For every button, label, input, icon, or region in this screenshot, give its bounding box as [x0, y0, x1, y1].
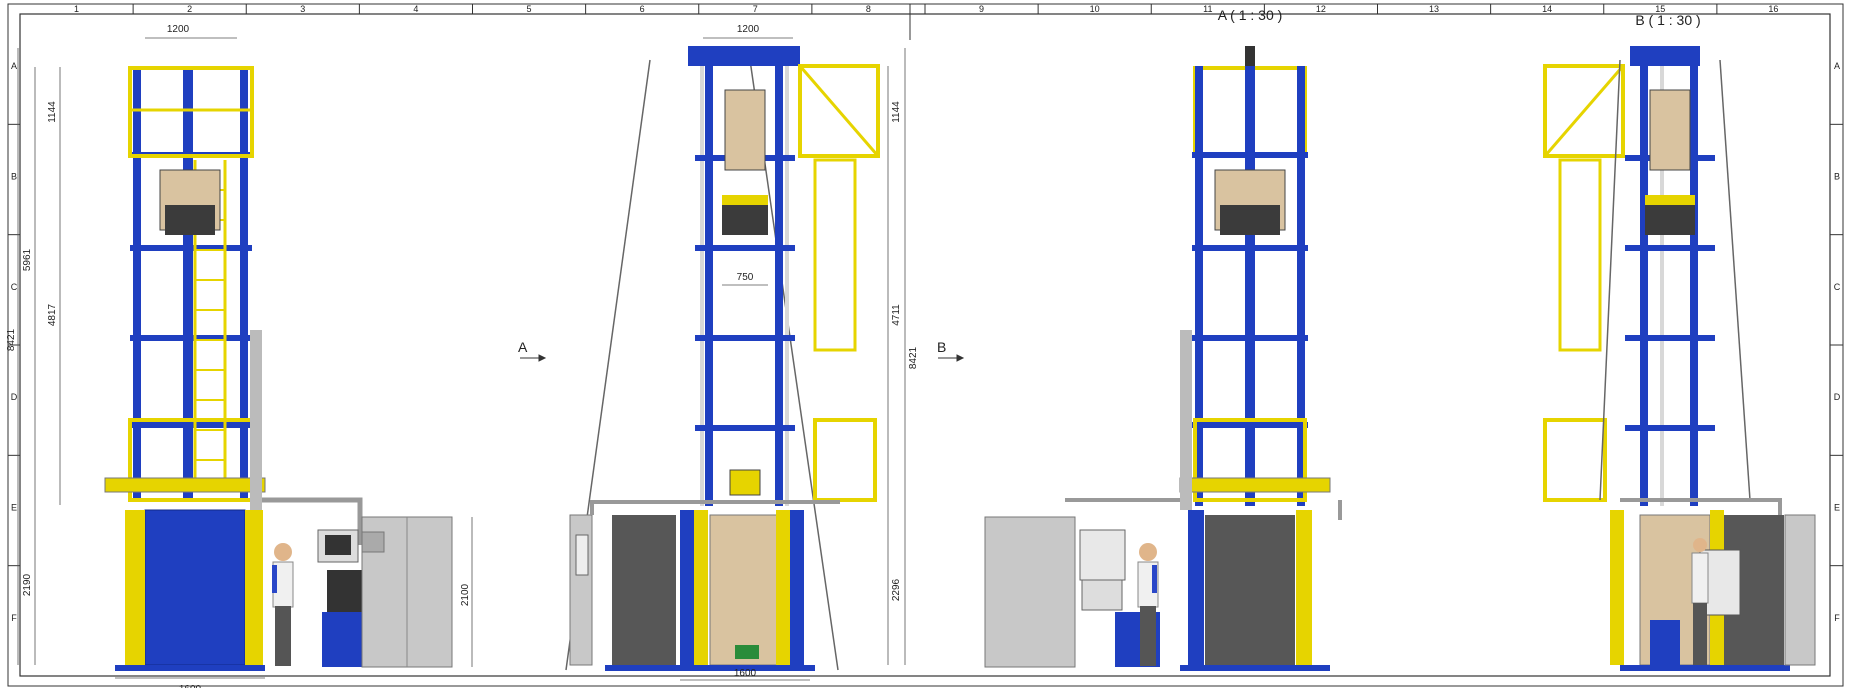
front-cabinet-height-dim: 2100	[460, 583, 471, 606]
view-a-title: A ( 1 : 30 )	[1218, 7, 1283, 23]
grid-row-letter: B	[1834, 172, 1840, 182]
grid-column-number: 15	[1655, 4, 1665, 14]
grid-row-letter: B	[11, 172, 17, 182]
front-base-height-dim: 2190	[22, 573, 33, 596]
side-overall-height-dim: 8421	[908, 346, 919, 369]
grid-row-letter: E	[1834, 503, 1840, 513]
grid-column-number: 14	[1542, 4, 1552, 14]
front-overall-height-dim: 8421	[6, 328, 17, 351]
side-top-height-dim: 1144	[891, 101, 902, 123]
view-b-title: B ( 1 : 30 )	[1635, 12, 1700, 28]
grid-row-letter: D	[1834, 392, 1841, 402]
section-arrows	[520, 354, 965, 362]
side-base-height-dim: 2296	[891, 578, 902, 601]
grid-row-letter: C	[11, 282, 18, 292]
front-mid-height-dim: 4817	[47, 303, 58, 326]
grid-row-letter: F	[1834, 613, 1840, 623]
grid-column-number: 13	[1429, 4, 1439, 14]
side-top-width-dim: 1200	[737, 24, 760, 35]
grid-column-number: 12	[1316, 4, 1326, 14]
grid-column-number: 5	[527, 4, 532, 14]
grid-column-number: 10	[1090, 4, 1100, 14]
grid-column-number: 3	[300, 4, 305, 14]
grid-row-letter: C	[1834, 282, 1841, 292]
grid-column-number: 7	[753, 4, 758, 14]
grid-column-number: 9	[979, 4, 984, 14]
side-inner-width-dim: 750	[737, 272, 754, 283]
section-marker-b: B	[937, 339, 946, 355]
grid-column-number: 2	[187, 4, 192, 14]
column-grid-ticks	[132, 4, 1718, 14]
technical-drawing-sheet: 1200 1144 4817 5961 8421 2190 1600 2100 …	[6, 3, 1844, 688]
side-base-width-dim: 1600	[734, 668, 757, 679]
section-marker-a: A	[518, 339, 528, 355]
side-view-machine	[565, 46, 880, 671]
front-total-height-dim: 5961	[22, 248, 33, 271]
grid-column-number: 11	[1203, 4, 1212, 14]
grid-column-number: 8	[866, 4, 871, 14]
front-view-machine	[104, 66, 453, 671]
grid-row-letter: A	[11, 61, 17, 71]
grid-column-number: 4	[413, 4, 418, 14]
front-top-width-dim: 1200	[167, 24, 190, 35]
view-b-machine	[1543, 46, 1816, 671]
grid-column-number: 1	[74, 4, 79, 14]
grid-row-letter: E	[11, 503, 17, 513]
grid-row-letter: F	[11, 613, 17, 623]
grid-row-letter: D	[11, 392, 18, 402]
side-mid-height-dim: 4711	[891, 304, 902, 326]
view-a-machine	[984, 46, 1342, 671]
grid-column-number: 16	[1768, 4, 1778, 14]
grid-row-letter: A	[1834, 61, 1840, 71]
grid-column-number: 6	[640, 4, 645, 14]
front-top-height-dim: 1144	[47, 101, 58, 123]
front-base-width-dim: 1600	[179, 684, 202, 688]
